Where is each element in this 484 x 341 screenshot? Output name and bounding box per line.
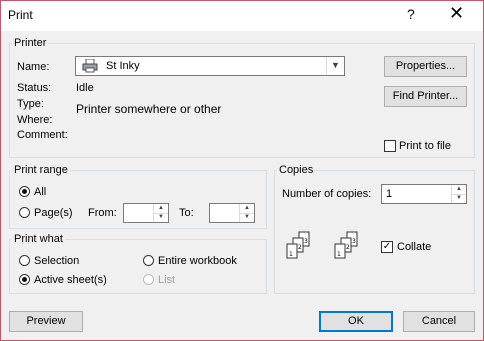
radio-list (143, 274, 154, 285)
to-spinner-buttons[interactable]: ▲ ▼ (239, 204, 254, 222)
print-what-legend: Print what (14, 233, 63, 245)
copies-legend: Copies (279, 164, 314, 176)
properties-button[interactable]: Properties... (384, 56, 467, 77)
svg-text:3: 3 (352, 238, 356, 245)
printer-group-legend: Printer (14, 37, 47, 49)
status-label: Status: (17, 82, 52, 94)
print-range-legend: Print range (14, 164, 68, 176)
radio-all-label[interactable]: All (34, 186, 46, 198)
printer-name-combo[interactable]: St Inky ▼ (75, 56, 345, 76)
from-spinner-buttons[interactable]: ▲ ▼ (153, 204, 168, 222)
to-spinner[interactable]: ▲ ▼ (209, 203, 255, 223)
preview-button[interactable]: Preview (9, 311, 83, 332)
title-bar: Print ? ✕ (1, 1, 483, 31)
radio-entire-workbook-label[interactable]: Entire workbook (158, 255, 237, 267)
print-dialog: Print ? ✕ Printer Name: St Inky ▼ Status… (0, 0, 484, 341)
svg-text:3: 3 (304, 238, 308, 245)
spin-down-icon[interactable]: ▼ (240, 213, 254, 222)
close-icon[interactable]: ✕ (449, 3, 464, 24)
cancel-button[interactable]: Cancel (403, 311, 475, 332)
to-label: To: (179, 207, 194, 219)
where-label: Where: (17, 114, 53, 126)
svg-text:2: 2 (298, 244, 302, 251)
radio-active-sheets[interactable] (19, 274, 30, 285)
radio-active-sheets-label[interactable]: Active sheet(s) (34, 274, 107, 286)
svg-text:2: 2 (346, 244, 350, 251)
spin-down-icon[interactable]: ▼ (154, 213, 168, 222)
radio-selection-label[interactable]: Selection (34, 255, 79, 267)
type-label: Type: (17, 98, 44, 110)
radio-pages[interactable] (19, 207, 30, 218)
print-to-file-label[interactable]: Print to file (399, 140, 451, 152)
radio-pages-label[interactable]: Page(s) (34, 207, 73, 219)
radio-selection[interactable] (19, 255, 30, 266)
printer-icon (82, 59, 98, 73)
comment-label: Comment: (17, 129, 68, 141)
name-label: Name: (17, 61, 50, 73)
number-of-copies-value: 1 (386, 188, 393, 200)
copies-spinner-buttons[interactable]: ▲ ▼ (451, 185, 466, 203)
ok-button[interactable]: OK (319, 311, 393, 332)
radio-entire-workbook[interactable] (143, 255, 154, 266)
radio-all[interactable] (19, 186, 30, 197)
svg-text:1: 1 (337, 251, 341, 258)
print-to-file-checkbox[interactable] (384, 140, 396, 152)
printer-name-value: St Inky (106, 60, 140, 72)
collate-illustration-icon: 3 2 1 3 2 1 (286, 231, 358, 259)
status-value: Idle (76, 82, 94, 94)
from-label: From: (88, 207, 117, 219)
chevron-down-icon[interactable]: ▼ (326, 57, 344, 75)
dialog-title: Print (8, 8, 33, 22)
help-button[interactable]: ? (407, 6, 415, 22)
type-value: Printer somewhere or other (76, 102, 222, 116)
from-spinner[interactable]: ▲ ▼ (123, 203, 169, 223)
collate-label[interactable]: Collate (397, 241, 431, 253)
radio-list-label: List (158, 274, 176, 286)
svg-text:1: 1 (289, 251, 293, 258)
number-of-copies-label: Number of copies: (282, 188, 372, 200)
collate-checkbox[interactable]: ✓ (381, 241, 393, 253)
find-printer-button[interactable]: Find Printer... (384, 86, 467, 107)
spin-down-icon[interactable]: ▼ (452, 194, 466, 203)
number-of-copies-spinner[interactable]: 1 ▲ ▼ (381, 184, 467, 204)
